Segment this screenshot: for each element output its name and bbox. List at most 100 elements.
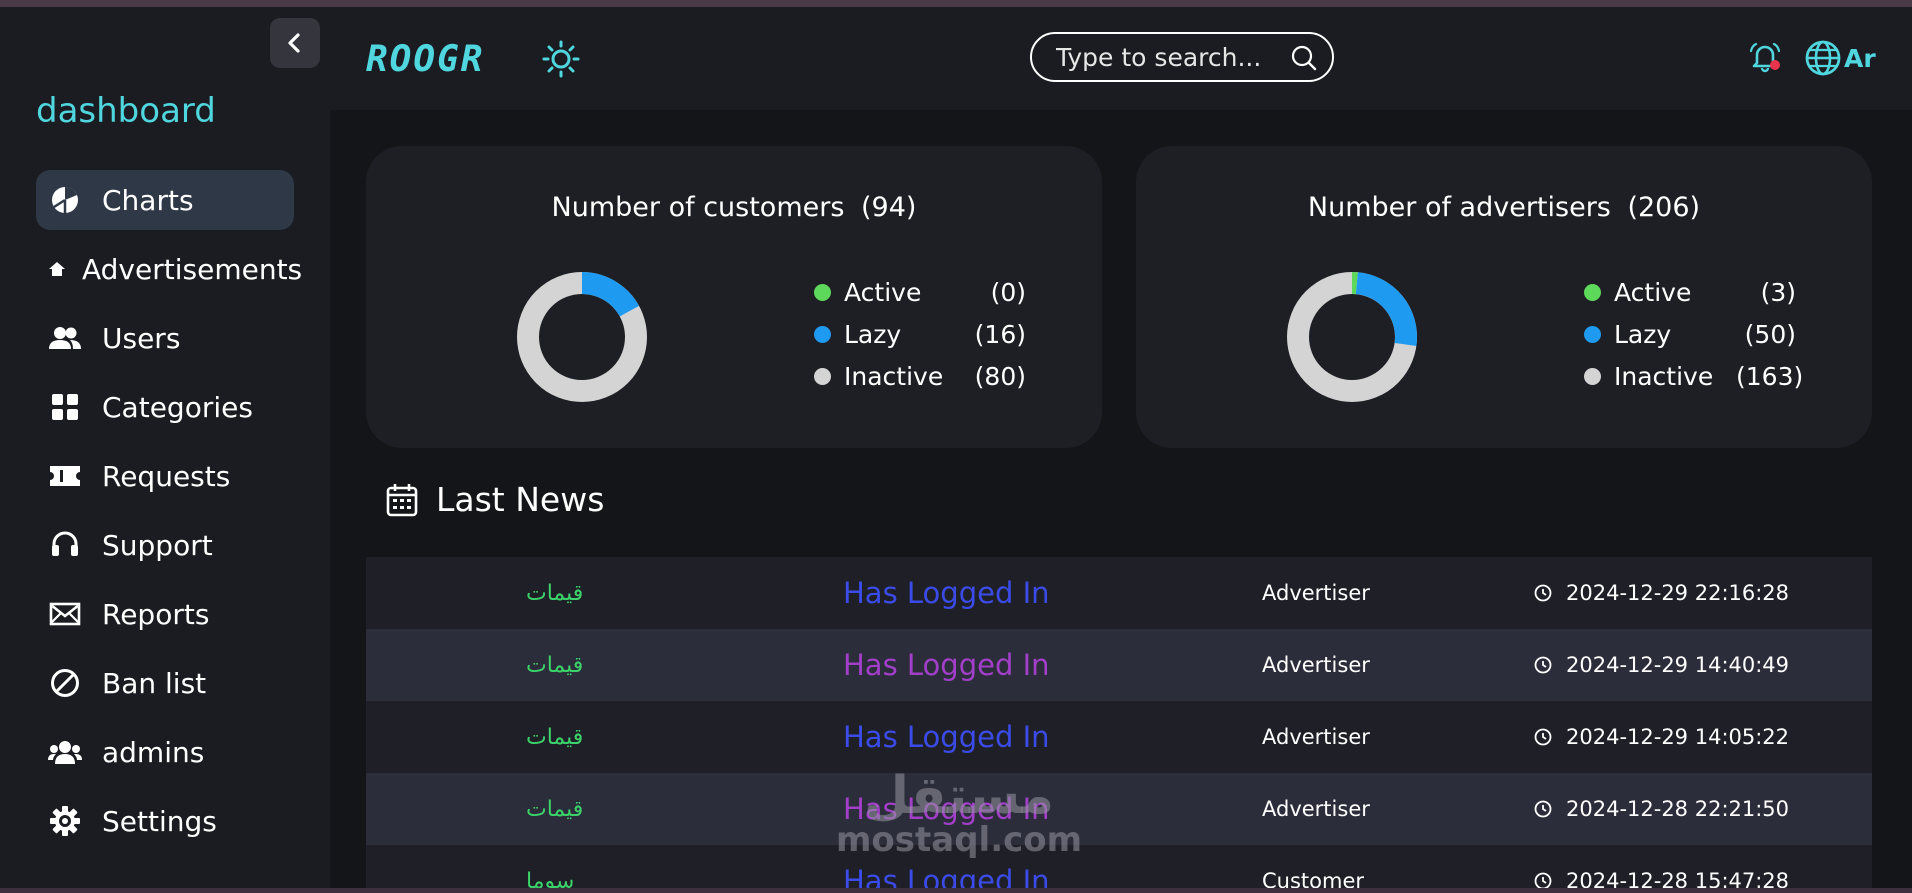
customers-donut-chart <box>517 272 647 402</box>
advertisers-card: Number of advertisers (206) Active (3) L… <box>1136 146 1872 448</box>
legend-label: Active <box>844 277 922 307</box>
sidebar-item-label: Support <box>102 528 213 562</box>
legend-item-lazy: Lazy (50) <box>1584 313 1796 355</box>
customers-legend: Active (0) Lazy (16) Inactive (80) <box>814 271 1026 397</box>
card-total: (94) <box>861 192 917 223</box>
ban-icon <box>48 666 82 700</box>
calendar-icon <box>386 483 418 516</box>
news-user-name: قيمات <box>526 580 584 606</box>
language-switcher[interactable]: Ar <box>1804 39 1876 77</box>
sidebar-item-settings[interactable]: Settings <box>36 791 294 851</box>
search-icon[interactable] <box>1290 44 1318 76</box>
notification-bell-icon[interactable] <box>1748 41 1782 77</box>
sidebar-item-ban-list[interactable]: Ban list <box>36 653 294 713</box>
news-row[interactable]: سوما Has Logged In Customer 2024-12-28 1… <box>366 845 1872 893</box>
last-news-header: Last News <box>386 480 604 519</box>
gear-icon <box>48 804 82 838</box>
watermark-arabic: مستقل <box>863 766 1055 826</box>
news-user-name: قيمات <box>526 724 584 750</box>
sidebar-item-label: admins <box>102 735 205 769</box>
sidebar-item-label: Categories <box>102 390 253 424</box>
mostaql-watermark: مستقل mostaql.com <box>836 770 1082 858</box>
news-time: 2024-12-29 14:40:49 <box>1534 653 1789 677</box>
news-row[interactable]: قيمات Has Logged In Advertiser 2024-12-2… <box>366 557 1872 629</box>
main-content: Number of customers (94) Active (0) Lazy… <box>330 110 1912 893</box>
last-news-title: Last News <box>436 480 605 519</box>
home-icon <box>48 252 66 286</box>
card-title-text: Number of advertisers <box>1307 192 1611 223</box>
sidebar-item-reports[interactable]: Reports <box>36 584 294 644</box>
legend-item-inactive: Inactive (163) <box>1584 355 1804 397</box>
sidebar-item-users[interactable]: Users <box>36 308 294 368</box>
news-action: Has Logged In <box>843 720 1050 754</box>
sidebar-item-support[interactable]: Support <box>36 515 294 575</box>
status-dot-active <box>1584 283 1601 301</box>
language-label: Ar <box>1844 43 1876 73</box>
advertisers-donut-chart <box>1287 272 1417 402</box>
legend-count: (0) <box>990 277 1026 307</box>
legend-label: Lazy <box>844 319 902 349</box>
legend-count: (16) <box>974 319 1026 349</box>
news-row[interactable]: قيمات Has Logged In Advertiser 2024-12-2… <box>366 773 1872 845</box>
news-role: Advertiser <box>1262 797 1370 821</box>
status-dot-inactive <box>814 367 831 385</box>
news-user-name: قيمات <box>526 652 584 678</box>
legend-item-active: Active (0) <box>814 271 1026 313</box>
status-dot-inactive <box>1584 367 1601 385</box>
sidebar-item-requests[interactable]: Requests <box>36 446 294 506</box>
clock-icon <box>1534 656 1552 674</box>
customers-card: Number of customers (94) Active (0) Lazy… <box>366 146 1102 448</box>
legend-item-active: Active (3) <box>1584 271 1796 313</box>
news-list: قيمات Has Logged In Advertiser 2024-12-2… <box>366 557 1872 893</box>
news-time: 2024-12-28 22:21:50 <box>1534 797 1789 821</box>
collapse-sidebar-button[interactable] <box>270 18 320 68</box>
news-role: Advertiser <box>1262 653 1370 677</box>
sidebar-item-admins[interactable]: admins <box>36 722 294 782</box>
clock-icon <box>1534 800 1552 818</box>
news-row[interactable]: قيمات Has Logged In Advertiser 2024-12-2… <box>366 701 1872 773</box>
legend-label: Active <box>1614 277 1692 307</box>
card-title: Number of advertisers (206) <box>1136 192 1872 223</box>
card-title-text: Number of customers <box>551 192 845 223</box>
ticket-icon <box>48 459 82 493</box>
pie-chart-icon <box>48 183 82 217</box>
admins-icon <box>48 735 82 769</box>
news-action: Has Logged In <box>843 648 1050 682</box>
sidebar-item-categories[interactable]: Categories <box>36 377 294 437</box>
search-box <box>1030 32 1334 82</box>
top-header: ROOGR Type to search... Ar <box>330 7 1912 110</box>
sidebar-item-label: Reports <box>102 597 210 631</box>
sidebar-item-label: Charts <box>102 183 194 217</box>
clock-icon <box>1534 584 1552 602</box>
news-time: 2024-12-29 14:05:22 <box>1534 725 1789 749</box>
status-dot-lazy <box>1584 325 1601 343</box>
search-input[interactable] <box>1056 42 1276 72</box>
sidebar-item-label: Users <box>102 321 181 355</box>
headset-icon <box>48 528 82 562</box>
legend-count: (80) <box>974 361 1026 391</box>
news-timestamp: 2024-12-28 22:21:50 <box>1566 797 1790 821</box>
legend-label: Inactive <box>1614 361 1714 391</box>
news-role: Advertiser <box>1262 725 1370 749</box>
sidebar-item-label: Advertisements <box>82 252 303 286</box>
legend-item-inactive: Inactive (80) <box>814 355 1026 397</box>
theme-toggle-sun-icon[interactable] <box>542 40 580 82</box>
news-role: Advertiser <box>1262 581 1370 605</box>
news-row[interactable]: قيمات Has Logged In Advertiser 2024-12-2… <box>366 629 1872 701</box>
sidebar-nav: Charts Advertisements Users Categories R… <box>36 170 302 860</box>
card-title: Number of customers (94) <box>366 192 1102 223</box>
news-timestamp: 2024-12-29 14:40:49 <box>1566 653 1790 677</box>
grid-icon <box>48 390 82 424</box>
legend-count: (163) <box>1736 361 1804 391</box>
window-bottom-strip <box>0 888 1912 893</box>
legend-item-lazy: Lazy (16) <box>814 313 1026 355</box>
legend-label: Inactive <box>844 361 944 391</box>
app-logo[interactable]: ROOGR <box>366 39 484 80</box>
sidebar-item-label: Settings <box>102 804 217 838</box>
legend-count: (3) <box>1760 277 1796 307</box>
sidebar-item-charts[interactable]: Charts <box>36 170 294 230</box>
sidebar-brand: dashboard <box>36 91 216 131</box>
sidebar-item-advertisements[interactable]: Advertisements <box>36 239 302 299</box>
envelope-icon <box>48 597 82 631</box>
sidebar-item-label: Requests <box>102 459 231 493</box>
